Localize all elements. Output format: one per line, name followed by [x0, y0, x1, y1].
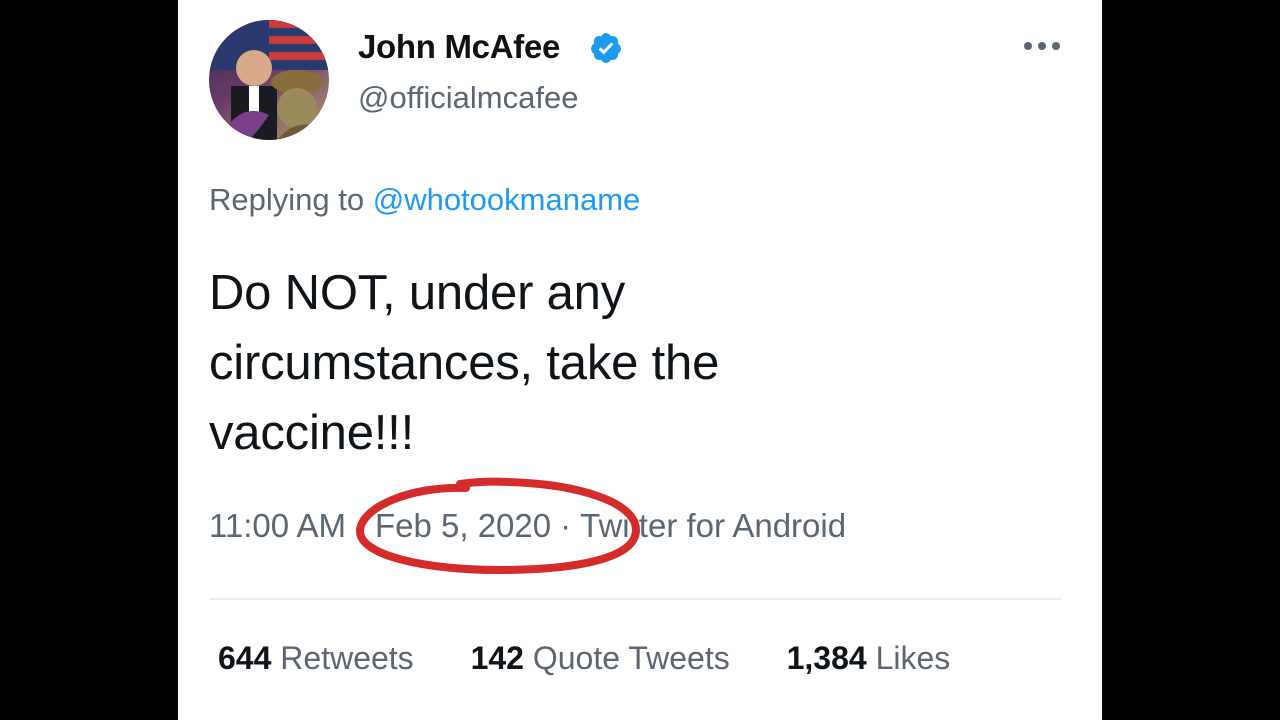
meta-separator: ·	[354, 507, 366, 544]
meta-separator: ·	[560, 507, 572, 544]
avatar[interactable]	[209, 20, 329, 140]
avatar-image	[209, 20, 329, 140]
tweet-source[interactable]: Twitter for Android	[580, 507, 846, 544]
reply-context: Replying to @whotookmaname	[209, 182, 640, 218]
verified-badge-icon	[591, 33, 621, 63]
likes-count: 1,384	[786, 640, 867, 676]
tweet-screenshot: John McAfee @officialmcafee Replying to …	[178, 0, 1102, 720]
retweets-count: 644	[218, 640, 272, 676]
retweets-stat[interactable]: 644 Retweets	[218, 640, 414, 677]
quote-tweets-stat[interactable]: 142 Quote Tweets	[471, 640, 730, 677]
likes-stat[interactable]: 1,384 Likes	[787, 640, 951, 677]
reply-mention-link[interactable]: @whotookmaname	[373, 182, 641, 217]
quote-tweets-count: 142	[470, 640, 524, 676]
tweet-date[interactable]: Feb 5, 2020	[375, 507, 551, 544]
reply-prefix: Replying to	[209, 182, 365, 217]
user-handle[interactable]: @officialmcafee	[358, 80, 578, 116]
tweet-time[interactable]: 11:00 AM	[209, 507, 346, 544]
tweet-text: Do NOT, under any circumstances, take th…	[209, 266, 720, 460]
tweet-meta: 11:00 AM · Feb 5, 2020 · Twitter for Android	[209, 507, 846, 545]
retweets-label: Retweets	[280, 640, 414, 676]
display-name[interactable]: John McAfee	[358, 28, 560, 66]
likes-label: Likes	[875, 640, 951, 676]
quote-tweets-label: Quote Tweets	[532, 640, 730, 676]
more-dots-icon[interactable]	[1020, 36, 1064, 56]
tweet-stats: 644 Retweets 142 Quote Tweets 1,384 Like…	[218, 640, 998, 677]
divider	[209, 598, 1061, 600]
